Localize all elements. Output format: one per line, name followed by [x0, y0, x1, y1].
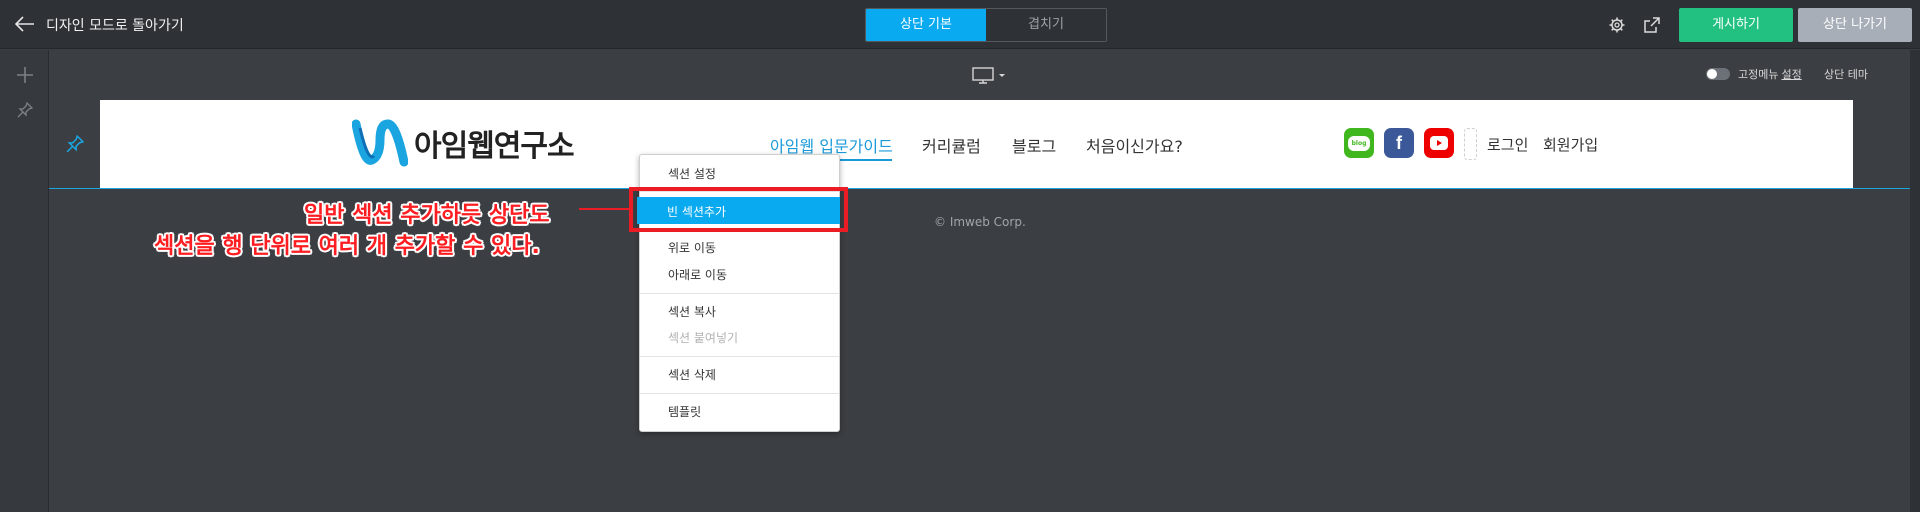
logo-mark-icon [352, 119, 408, 167]
pin-icon[interactable] [14, 99, 36, 121]
fixed-menu-toggle[interactable] [1706, 68, 1730, 80]
tab-header-basic[interactable]: 상단 기본 [866, 9, 986, 41]
annotation-pointer-line [579, 208, 630, 210]
menu-item-section-settings[interactable]: 섹션 설정 [668, 165, 716, 182]
menu-item-move-down[interactable]: 아래로 이동 [668, 266, 727, 283]
menu-item-templates[interactable]: 템플릿 [668, 403, 701, 420]
annotation-line-1: 일반 섹션 추가하듯 상단도 [304, 203, 550, 228]
fixed-menu-setting: 고정메뉴 설정 [1706, 66, 1802, 82]
tab-overlap[interactable]: 겹치기 [986, 9, 1106, 41]
right-edge-strip [1910, 50, 1920, 512]
plus-icon[interactable] [14, 64, 36, 86]
back-to-design-mode-link[interactable]: 디자인 모드로 돌아가기 [46, 15, 184, 35]
desktop-icon[interactable] [972, 65, 1008, 85]
footer-copyright: © Imweb Corp. [934, 215, 1026, 229]
login-link[interactable]: 로그인 [1487, 134, 1528, 155]
menu-item-move-up[interactable]: 위로 이동 [668, 239, 716, 256]
pin-icon[interactable] [65, 134, 85, 154]
menu-divider [640, 356, 839, 357]
menu-divider [640, 293, 839, 294]
menu-item-delete-section[interactable]: 섹션 삭제 [668, 366, 716, 383]
nav-item-blog[interactable]: 블로그 [1012, 133, 1056, 157]
gear-icon[interactable] [1608, 16, 1626, 34]
menu-item-copy-section[interactable]: 섹션 복사 [668, 303, 716, 320]
blog-icon-text: blog [1348, 135, 1370, 151]
empty-social-slot [1464, 128, 1477, 160]
fixed-menu-label: 고정메뉴 [1738, 68, 1779, 81]
fixed-menu-settings-link[interactable]: 설정 [1781, 66, 1801, 82]
nav-item-first-time[interactable]: 처음이신가요? [1086, 133, 1183, 157]
site-logo[interactable]: 아임웹연구소 [352, 118, 575, 168]
facebook-icon[interactable]: f [1384, 128, 1414, 158]
external-link-icon[interactable] [1643, 16, 1661, 34]
youtube-icon[interactable] [1424, 128, 1454, 158]
signup-link[interactable]: 회원가입 [1543, 134, 1598, 155]
publish-button[interactable]: 게시하기 [1679, 8, 1793, 42]
annotation-line-2: 섹션을 행 단위로 여러 개 추가할 수 있다. [154, 234, 540, 259]
top-toolbar: 디자인 모드로 돌아가기 상단 기본 겹치기 게시하기 상단 나가기 [0, 0, 1920, 49]
exit-header-button[interactable]: 상단 나가기 [1798, 8, 1912, 42]
blog-icon[interactable]: blog [1344, 128, 1374, 158]
back-arrow-icon[interactable] [12, 12, 38, 36]
nav-item-curriculum[interactable]: 커리큘럼 [922, 133, 981, 157]
left-rail [0, 50, 49, 512]
header-theme-link[interactable]: 상단 테마 [1824, 66, 1868, 82]
menu-divider [640, 393, 839, 394]
annotation-highlight-box [629, 187, 848, 232]
header-mode-tabs: 상단 기본 겹치기 [865, 8, 1107, 42]
logo-text: 아임웹연구소 [414, 129, 575, 164]
header-bottom-line [49, 188, 1910, 189]
menu-item-paste-section: 섹션 붙여넣기 [668, 331, 739, 345]
